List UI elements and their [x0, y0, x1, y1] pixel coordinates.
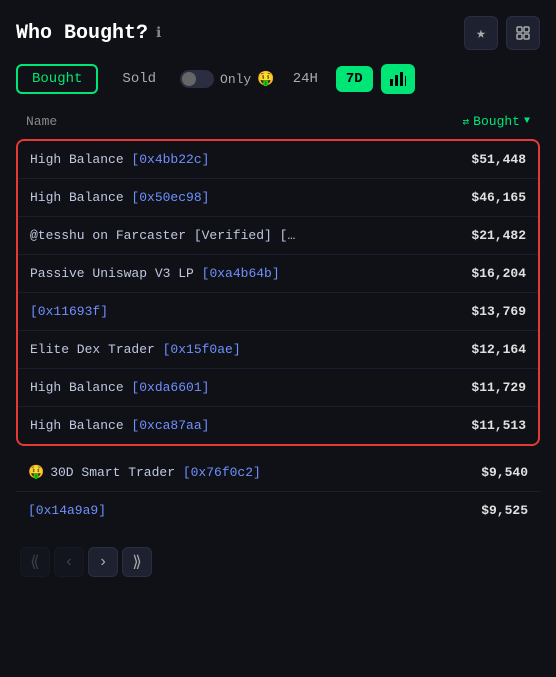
row-name: High Balance [0x50ec98]: [30, 190, 209, 205]
prev-page-button[interactable]: ‹: [54, 547, 84, 577]
row-name: Elite Dex Trader [0x15f0ae]: [30, 342, 241, 357]
header-right: ★: [464, 16, 540, 50]
chart-view-button[interactable]: [381, 64, 415, 94]
table-row[interactable]: High Balance [0x50ec98] $46,165: [18, 179, 538, 217]
star-button[interactable]: ★: [464, 16, 498, 50]
row-value: $9,525: [481, 503, 528, 518]
last-page-button[interactable]: ⟫: [122, 547, 152, 577]
table-row[interactable]: Elite Dex Trader [0x15f0ae] $12,164: [18, 331, 538, 369]
row-name: [0x11693f]: [30, 304, 108, 319]
header-left: Who Bought? ℹ: [16, 22, 161, 45]
toolbar: Bought Sold Only 🤑 24H 7D: [16, 64, 540, 94]
row-value: $16,204: [471, 266, 526, 281]
row-name: @tesshu on Farcaster [Verified] […: [30, 228, 295, 243]
table-row[interactable]: @tesshu on Farcaster [Verified] [… $21,4…: [18, 217, 538, 255]
col-bought-header[interactable]: ⇄ Bought ▼: [463, 114, 530, 129]
page-header: Who Bought? ℹ ★: [16, 16, 540, 50]
col-name-header: Name: [26, 114, 57, 129]
table-row[interactable]: High Balance [0xca87aa] $11,513: [18, 407, 538, 444]
highlighted-table: High Balance [0x4bb22c] $51,448 High Bal…: [16, 139, 540, 446]
time-24h-button[interactable]: 24H: [283, 66, 328, 92]
row-value: $9,540: [481, 465, 528, 480]
row-name: [0x14a9a9]: [28, 503, 106, 518]
tab-sold[interactable]: Sold: [106, 64, 172, 94]
table-row[interactable]: 🤑30D Smart Trader [0x76f0c2] $9,540: [16, 454, 540, 492]
row-value: $13,769: [471, 304, 526, 319]
pagination: ⟪ ‹ › ⟫: [16, 537, 540, 577]
table-row[interactable]: [0x11693f] $13,769: [18, 293, 538, 331]
toggle-wrap: Only 🤑: [180, 70, 275, 88]
row-name: Passive Uniswap V3 LP [0xa4b64b]: [30, 266, 280, 281]
info-icon[interactable]: ℹ: [156, 25, 161, 42]
toggle-emoji: 🤑: [257, 71, 274, 88]
toggle-label: Only: [220, 72, 251, 87]
table-row[interactable]: [0x14a9a9] $9,525: [16, 492, 540, 529]
row-name: High Balance [0xca87aa]: [30, 418, 209, 433]
only-toggle[interactable]: [180, 70, 214, 88]
expand-button[interactable]: [506, 16, 540, 50]
table-row[interactable]: Passive Uniswap V3 LP [0xa4b64b] $16,204: [18, 255, 538, 293]
row-value: $12,164: [471, 342, 526, 357]
row-name: High Balance [0xda6601]: [30, 380, 209, 395]
row-name: High Balance [0x4bb22c]: [30, 152, 209, 167]
row-value: $11,729: [471, 380, 526, 395]
time-7d-button[interactable]: 7D: [336, 66, 373, 92]
row-value: $11,513: [471, 418, 526, 433]
row-value: $21,482: [471, 228, 526, 243]
tab-bought[interactable]: Bought: [16, 64, 98, 94]
row-value: $46,165: [471, 190, 526, 205]
page-title: Who Bought?: [16, 22, 148, 45]
table-header: Name ⇄ Bought ▼: [16, 108, 540, 135]
first-page-button[interactable]: ⟪: [20, 547, 50, 577]
table-row[interactable]: High Balance [0xda6601] $11,729: [18, 369, 538, 407]
table-row[interactable]: High Balance [0x4bb22c] $51,448: [18, 141, 538, 179]
row-name: 🤑30D Smart Trader [0x76f0c2]: [28, 465, 261, 480]
extra-rows: 🤑30D Smart Trader [0x76f0c2] $9,540 [0x1…: [16, 454, 540, 529]
row-value: $51,448: [471, 152, 526, 167]
next-page-button[interactable]: ›: [88, 547, 118, 577]
